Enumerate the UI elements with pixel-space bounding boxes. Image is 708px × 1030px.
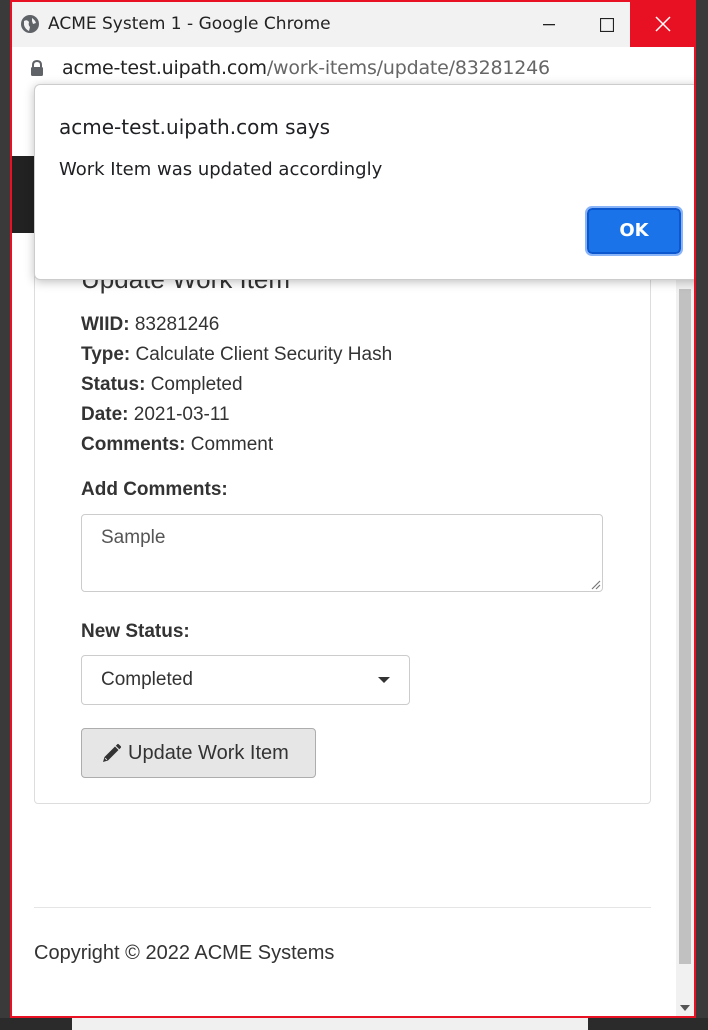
taskbar-strip bbox=[0, 1018, 708, 1030]
minimize-button[interactable] bbox=[520, 2, 578, 47]
copyright-text: Copyright © 2022 ACME Systems bbox=[34, 942, 335, 964]
new-status-label: New Status: bbox=[81, 621, 190, 642]
close-icon bbox=[655, 15, 671, 32]
minimize-icon bbox=[543, 23, 555, 25]
alert-dialog: acme-test.uipath.com says Work Item was … bbox=[34, 84, 694, 280]
status-row: Status: Completed bbox=[81, 374, 243, 396]
update-button-label: Update Work Item bbox=[128, 742, 289, 764]
dialog-title: acme-test.uipath.com says bbox=[59, 115, 331, 139]
resize-grip-icon[interactable] bbox=[589, 578, 601, 590]
wiid-row: WIID: 83281246 bbox=[81, 314, 219, 336]
type-row: Type: Calculate Client Security Hash bbox=[81, 344, 392, 366]
comments-label: Comments: bbox=[81, 434, 186, 455]
maximize-button[interactable] bbox=[578, 2, 636, 47]
date-value: 2021-03-11 bbox=[133, 404, 230, 425]
chevron-down-icon bbox=[378, 677, 390, 683]
comments-value: Comment bbox=[190, 434, 274, 455]
dialog-message: Work Item was updated accordingly bbox=[59, 159, 383, 180]
update-work-item-button[interactable]: Update Work Item bbox=[81, 728, 316, 778]
add-comments-label: Add Comments: bbox=[81, 479, 228, 500]
update-work-item-panel: Update Work Item WIID: 83281246 Type: Ca… bbox=[34, 257, 651, 804]
new-status-value: Completed bbox=[101, 669, 193, 690]
title-bar: ACME System 1 - Google Chrome bbox=[12, 2, 694, 47]
taskbar-light-segment bbox=[72, 1018, 588, 1030]
status-value: Completed bbox=[150, 374, 243, 395]
wiid-label: WIID: bbox=[81, 314, 130, 335]
lock-icon bbox=[31, 60, 43, 76]
url-path: /work-items/update/83281246 bbox=[266, 57, 550, 79]
close-button[interactable] bbox=[630, 2, 694, 47]
pencil-icon bbox=[103, 743, 122, 762]
add-comments-textarea[interactable]: Sample bbox=[81, 514, 603, 592]
footer-divider bbox=[34, 907, 651, 908]
url-host: acme-test.uipath.com bbox=[62, 57, 267, 79]
maximize-icon bbox=[600, 17, 614, 32]
ok-button[interactable]: OK bbox=[585, 206, 683, 256]
globe-icon bbox=[21, 15, 39, 33]
date-label: Date: bbox=[81, 404, 129, 425]
type-label: Type: bbox=[81, 344, 131, 365]
date-row: Date: 2021-03-11 bbox=[81, 404, 230, 426]
scrollbar-thumb[interactable] bbox=[679, 289, 691, 964]
type-value: Calculate Client Security Hash bbox=[135, 344, 393, 365]
wiid-value: 83281246 bbox=[134, 314, 220, 335]
status-label: Status: bbox=[81, 374, 146, 395]
browser-window: ACME System 1 - Google Chrome acme-test.… bbox=[10, 0, 696, 1018]
new-status-select[interactable]: Completed bbox=[81, 655, 410, 705]
scroll-down-icon[interactable] bbox=[680, 1005, 690, 1011]
url-text[interactable]: acme-test.uipath.com/work-items/update/8… bbox=[62, 57, 550, 79]
window-title: ACME System 1 - Google Chrome bbox=[48, 14, 331, 34]
comments-row: Comments: Comment bbox=[81, 434, 273, 456]
